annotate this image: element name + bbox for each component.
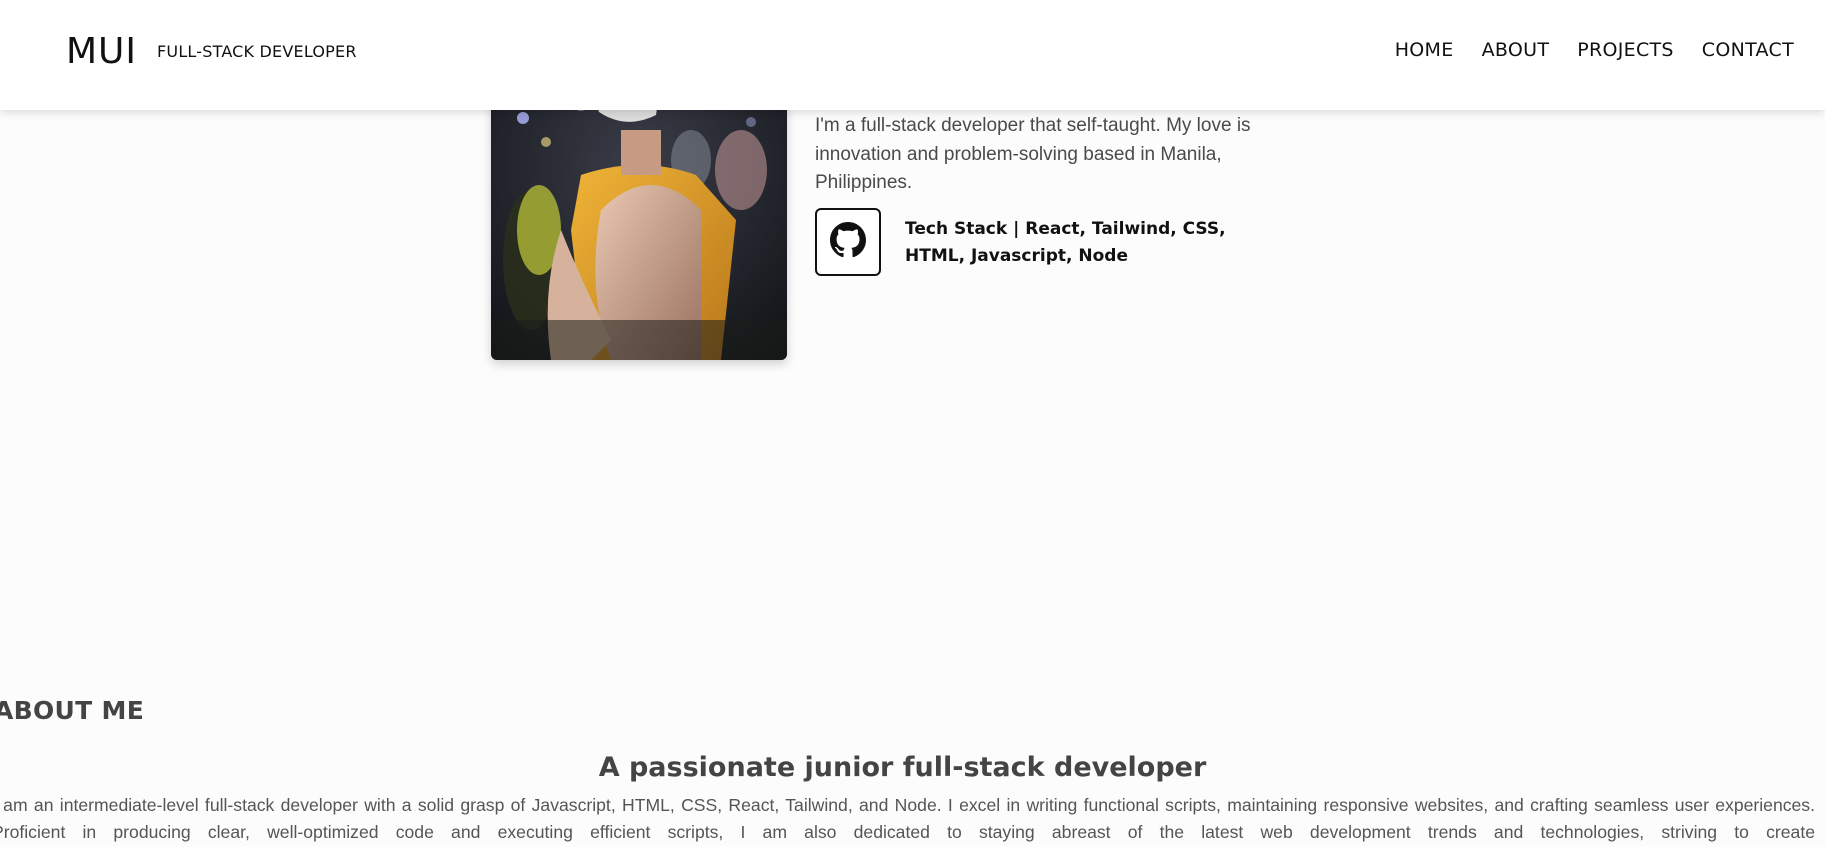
github-link-button[interactable]	[815, 208, 881, 276]
brand-logo[interactable]: MUI	[66, 30, 137, 74]
about-body-text: I am an intermediate-level full-stack de…	[0, 795, 1815, 842]
nav-projects-link[interactable]: PROJECTS	[1577, 38, 1674, 62]
nav-contact-link[interactable]: CONTACT	[1702, 38, 1794, 62]
tech-stack-text: Tech Stack | React, Tailwind, CSS, HTML,…	[905, 219, 1226, 266]
brand-subtitle: FULL-STACK DEVELOPER	[157, 42, 357, 61]
about-title: A passionate junior full-stack developer	[598, 752, 1207, 783]
nav-about-link[interactable]: ABOUT	[1482, 38, 1550, 62]
nav-links: HOME ABOUT PROJECTS CONTACT	[1395, 38, 1794, 62]
nav-home-link[interactable]: HOME	[1395, 38, 1454, 62]
page: MUI FULL-STACK DEVELOPER HOME ABOUT PROJ…	[0, 0, 1825, 847]
about-section-heading: ABOUT ME	[0, 696, 145, 725]
github-icon	[830, 222, 866, 262]
navbar: MUI FULL-STACK DEVELOPER HOME ABOUT PROJ…	[0, 0, 1825, 110]
hero-intro-text: I'm a full-stack developer that self-tau…	[815, 115, 1251, 193]
